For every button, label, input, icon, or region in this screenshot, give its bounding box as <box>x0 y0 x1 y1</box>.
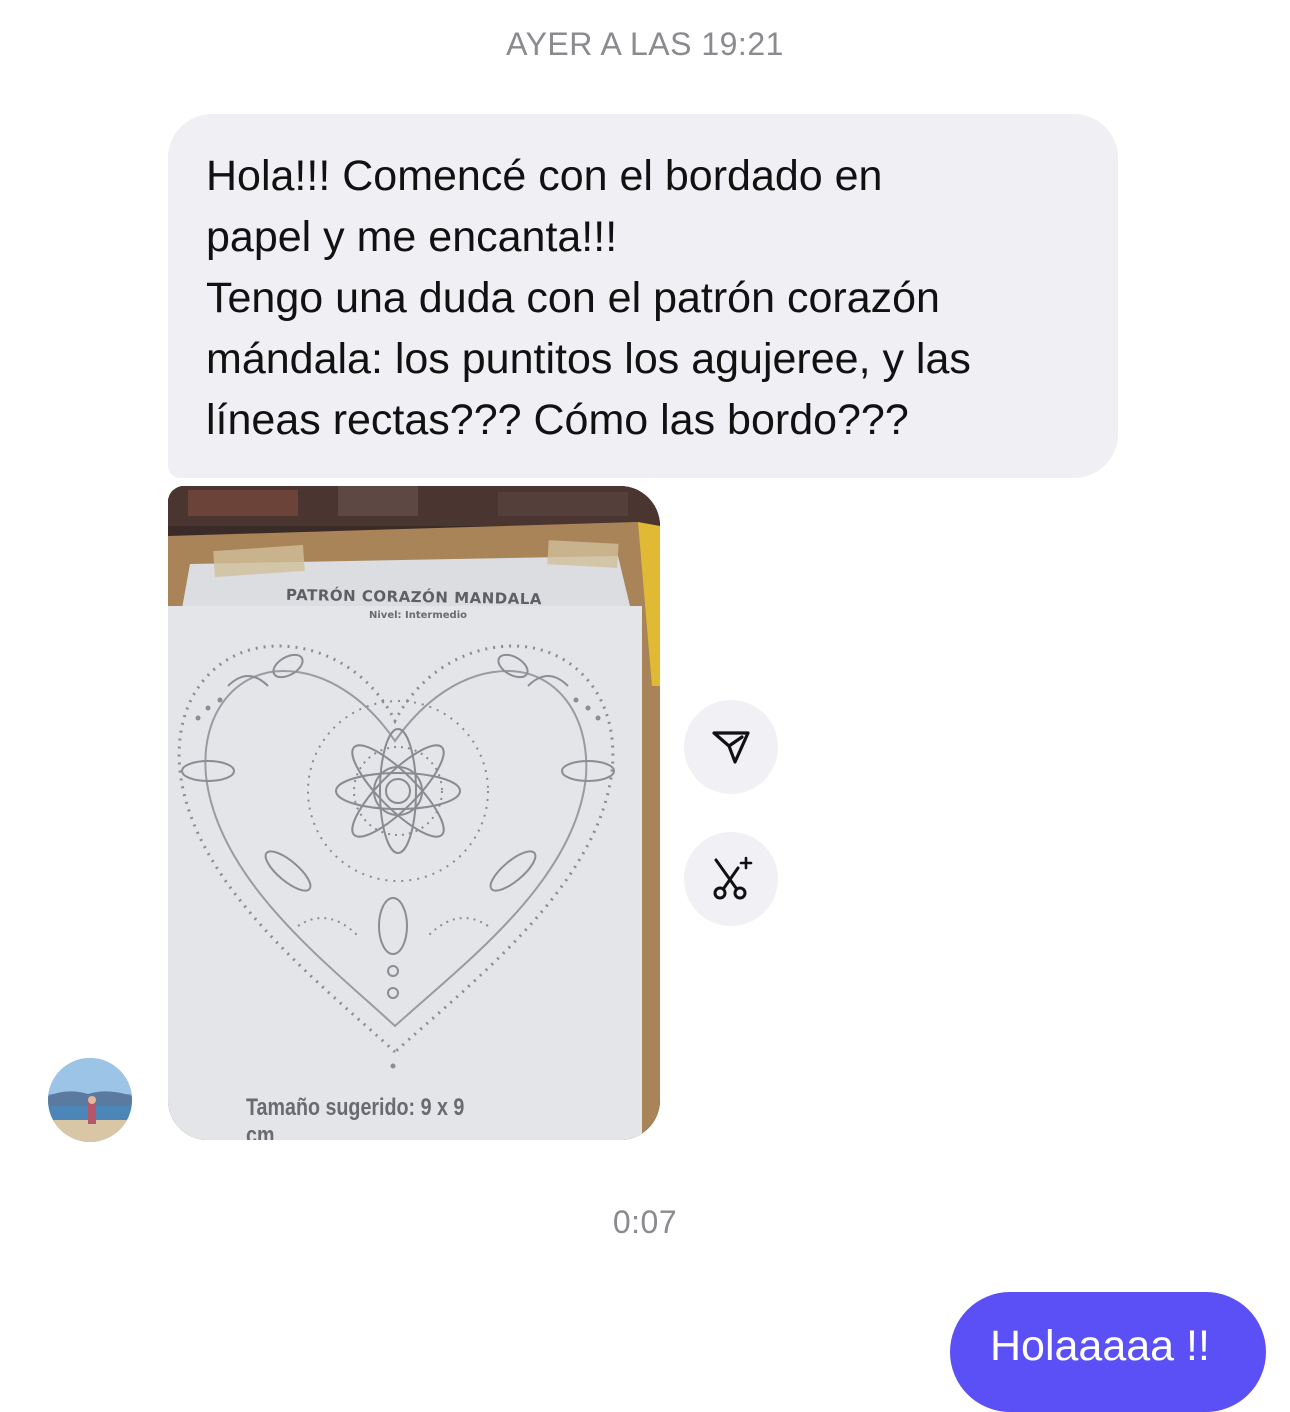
shared-photo[interactable]: PATRÓN CORAZÓN MANDALA Nivel: Intermedio… <box>168 486 660 1140</box>
message-text-line: líneas rectas??? Cómo las bordo??? <box>206 396 909 444</box>
message-text-line: papel y me encanta!!! <box>206 213 618 261</box>
message-text-line: Hola!!! Comencé con el bordado en <box>206 152 883 200</box>
outgoing-message-bubble[interactable]: Holaaaaa !! <box>950 1292 1266 1412</box>
incoming-message-bubble[interactable]: Hola!!! Comencé con el bordado en papel … <box>168 114 1118 478</box>
avatar[interactable] <box>48 1058 132 1142</box>
message-timestamp: 0:07 <box>612 1204 678 1240</box>
message-text-line: mándala: los puntitos los agujeree, y la… <box>206 335 971 383</box>
pattern-level: Nivel: Intermedio <box>369 610 467 621</box>
message-text-line: Tengo una duda con el patrón corazón <box>206 274 940 322</box>
message-timestamp: AYER A LAS 19:21 <box>506 26 784 62</box>
cutout-button[interactable] <box>684 832 778 926</box>
scissors-sparkle-icon <box>713 856 753 900</box>
pattern-size: Tamaño sugerido: 9 x 9 cm <box>246 1094 465 1140</box>
message-text: Holaaaaa !! <box>990 1322 1210 1370</box>
paper-plane-icon <box>712 731 750 764</box>
share-button[interactable] <box>684 700 778 794</box>
